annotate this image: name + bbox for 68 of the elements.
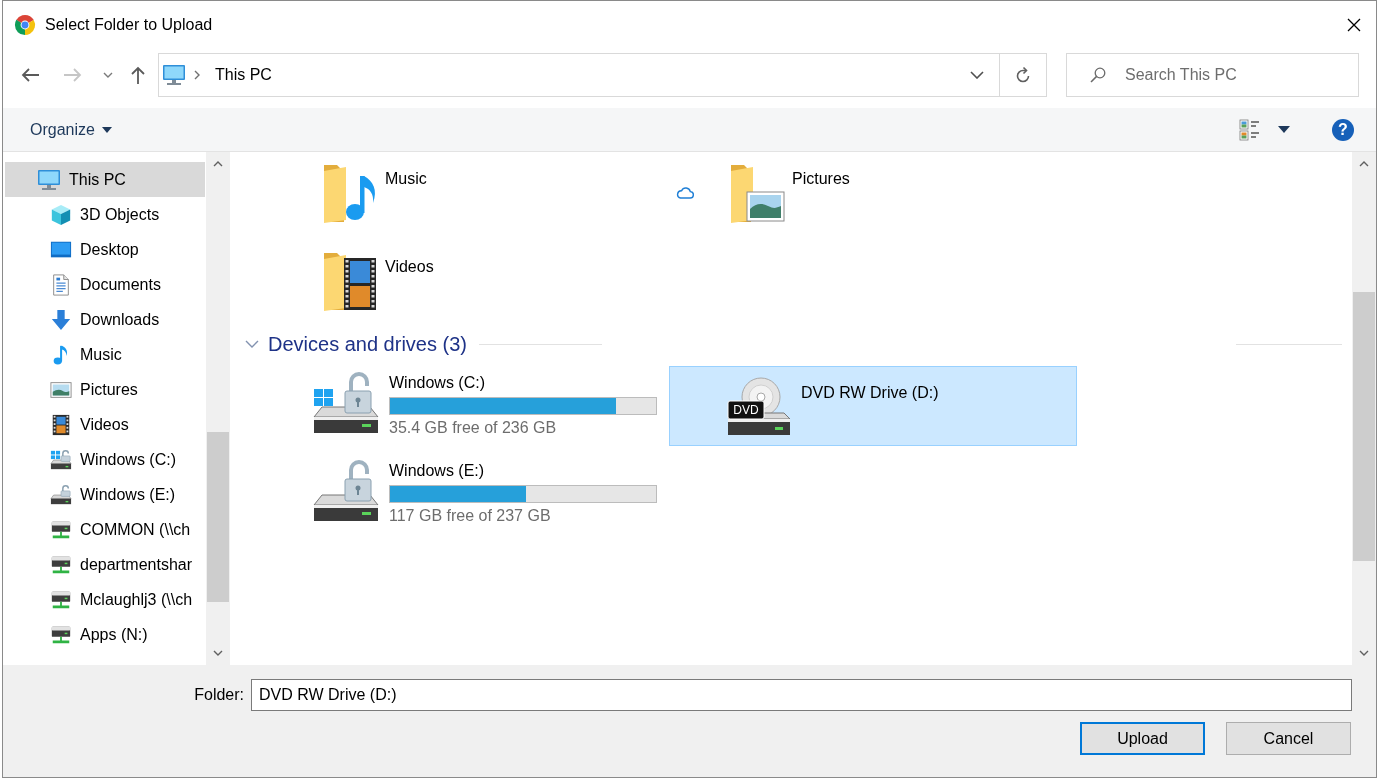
drive-tile[interactable]: Windows (C:) 35.4 GB free of 236 GB [262,366,669,446]
nav-pane-item[interactable]: Videos [5,407,205,442]
chevron-down-icon [103,72,113,78]
film-strip-icon [50,413,72,436]
folder-tile[interactable]: Music [262,156,669,236]
folder-tile[interactable]: Pictures [669,156,1077,236]
chevron-down-icon[interactable] [1359,650,1369,656]
drive-name: DVD RW Drive (D:) [801,383,939,403]
chevron-up-icon[interactable] [1359,161,1369,167]
computer-icon [162,63,186,87]
folder-tile[interactable]: Videos [262,244,669,324]
search-icon [1090,67,1106,83]
organize-button[interactable]: Organize [22,113,120,146]
upload-button[interactable]: Upload [1080,722,1205,755]
app-logo-icon [14,13,36,36]
chevron-down-icon[interactable] [213,650,223,656]
document-icon [50,273,72,296]
locked-drive-icon [50,483,72,506]
chevron-right-icon [194,70,200,80]
nav-pane-item[interactable]: Windows (C:) [5,442,205,477]
optical-drive-icon [727,377,791,437]
nav-pane-item[interactable]: Windows (E:) [5,477,205,512]
folder-name: Music [385,169,427,189]
caret-down-icon [101,126,112,133]
nav-pane-item[interactable]: Music [5,337,205,372]
chevron-up-icon[interactable] [213,161,223,167]
scrollbar-thumb[interactable] [207,432,229,602]
breadcrumb[interactable]: This PC [215,63,272,87]
nav-pane-item[interactable]: Desktop [5,232,205,267]
nav-pane-item[interactable]: Documents [5,267,205,302]
pictures-folder-icon [729,164,785,224]
drive-tile[interactable]: DVD DVD RW Drive (D:) [669,366,1077,446]
folder-label: Folder: [193,685,244,705]
download-arrow-icon [50,308,72,331]
group-header[interactable]: Devices and drives (3) [245,332,467,356]
nav-pane-item[interactable]: departmentshar [5,547,205,582]
videos-folder-icon [322,252,378,312]
folder-name: Videos [385,257,434,277]
search-field[interactable]: Search This PC [1066,53,1359,97]
chevron-down-icon [970,71,984,79]
help-button[interactable]: ? [1332,118,1354,141]
refresh-icon [1015,66,1031,84]
nav-pane-item[interactable]: This PC [5,162,205,197]
folder-name-field[interactable]: DVD RW Drive (D:) [251,679,1352,711]
nav-pane-item[interactable]: Pictures [5,372,205,407]
nav-pane-item[interactable]: Downloads [5,302,205,337]
cancel-button[interactable]: Cancel [1226,722,1351,755]
drive-name: Windows (C:) [389,373,485,393]
close-icon [1347,17,1361,32]
nav-pane-item[interactable]: 3D Objects [5,197,205,232]
address-bar[interactable]: This PC [158,53,1047,97]
free-space-text: 117 GB free of 237 GB [389,506,551,526]
computer-icon [37,167,61,192]
locked-drive-icon [50,448,72,471]
cube-icon [50,203,72,226]
tiles-view-icon [1239,118,1261,141]
nav-pane-item[interactable]: COMMON (\\ch [5,512,205,547]
nav-pane-item[interactable]: Apps (N:) [5,617,205,652]
folder-name: Pictures [792,169,850,189]
disc-type-label: DVD [732,402,760,418]
drive-tile[interactable]: Windows (E:) 117 GB free of 237 GB [262,454,669,534]
nav-pane-item[interactable]: Mclaughlj3 (\\ch [5,582,205,617]
scrollbar-thumb[interactable] [1353,292,1375,561]
caret-down-icon [1278,126,1290,133]
drive-name: Windows (E:) [389,461,485,481]
window-title: Select Folder to Upload [45,14,213,35]
free-space-text: 35.4 GB free of 236 GB [389,418,557,438]
music-folder-icon [322,164,378,224]
